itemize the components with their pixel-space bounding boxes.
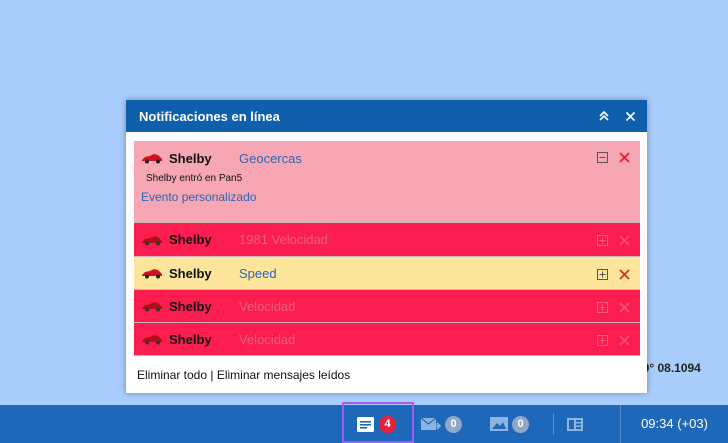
- image-icon: [490, 417, 508, 431]
- custom-event-link[interactable]: Evento personalizado: [134, 190, 640, 204]
- images-count-badge: 0: [512, 415, 529, 433]
- notification-list: Shelby Geocercas Shelby entró en Pan5 Ev…: [134, 141, 640, 356]
- minimize-icon[interactable]: [596, 151, 608, 163]
- notification-item[interactable]: Shelby Velocidad: [134, 323, 640, 356]
- event-name: Velocidad: [239, 298, 296, 314]
- event-name: Geocercas: [239, 150, 302, 166]
- expand-icon[interactable]: [596, 334, 608, 346]
- panel-layout-icon: [567, 417, 583, 431]
- notification-item[interactable]: Shelby 1981 Velocidad: [134, 223, 640, 257]
- event-name: Speed: [239, 265, 277, 281]
- online-notifications-panel: Notificaciones en línea Shelby Geocercas…: [126, 100, 647, 393]
- panel-footer: Eliminar todo | Eliminar mensajes leídos: [137, 368, 350, 382]
- close-icon[interactable]: [618, 234, 630, 246]
- close-icon[interactable]: [618, 268, 630, 280]
- panel-title: Notificaciones en línea: [139, 108, 280, 124]
- notification-detail: Shelby entró en Pan5: [146, 173, 243, 184]
- messages-count-badge: 0: [445, 415, 462, 433]
- layout-toggle-button[interactable]: [567, 405, 583, 443]
- close-icon[interactable]: [618, 334, 630, 346]
- notification-list-icon: [357, 416, 374, 432]
- notifications-count-badge: 4: [379, 415, 396, 433]
- notification-item[interactable]: Shelby Geocercas Shelby entró en Pan5 Ev…: [134, 141, 640, 223]
- messages-button[interactable]: 0: [421, 405, 462, 443]
- panel-header: Notificaciones en línea: [126, 100, 647, 132]
- car-icon: [142, 302, 162, 312]
- footer-separator: |: [210, 368, 214, 382]
- notifications-button[interactable]: 4: [357, 405, 396, 443]
- unit-name: Shelby: [169, 298, 212, 314]
- car-icon: [142, 154, 162, 164]
- delete-read-link[interactable]: Eliminar mensajes leídos: [217, 368, 350, 382]
- collapse-all-icon[interactable]: [597, 109, 611, 123]
- unit-name: Shelby: [169, 232, 212, 247]
- notification-item[interactable]: Shelby Velocidad: [134, 290, 640, 323]
- unit-name: Shelby: [169, 265, 212, 281]
- expand-icon[interactable]: [596, 301, 608, 313]
- car-icon: [142, 235, 162, 245]
- taskbar-separator: [553, 413, 554, 435]
- taskbar: 4 0 0: [0, 405, 728, 443]
- expand-icon[interactable]: [596, 234, 608, 246]
- car-icon: [142, 269, 162, 279]
- close-panel-icon[interactable]: [623, 109, 637, 123]
- close-icon[interactable]: [618, 301, 630, 313]
- map-coordinate-label: 79° 08.1094: [636, 361, 701, 375]
- car-icon: [142, 335, 162, 345]
- mail-forward-icon: [421, 417, 441, 430]
- delete-all-link[interactable]: Eliminar todo: [137, 368, 207, 382]
- close-icon[interactable]: [618, 151, 630, 163]
- event-name: Velocidad: [239, 331, 296, 347]
- event-name: 1981 Velocidad: [239, 232, 328, 247]
- expand-icon[interactable]: [596, 268, 608, 280]
- images-button[interactable]: 0: [490, 405, 529, 443]
- unit-name: Shelby: [169, 331, 212, 347]
- clock-time[interactable]: 09:34 (+03): [620, 405, 728, 443]
- unit-name: Shelby: [169, 150, 212, 166]
- notification-item[interactable]: Shelby Speed: [134, 257, 640, 290]
